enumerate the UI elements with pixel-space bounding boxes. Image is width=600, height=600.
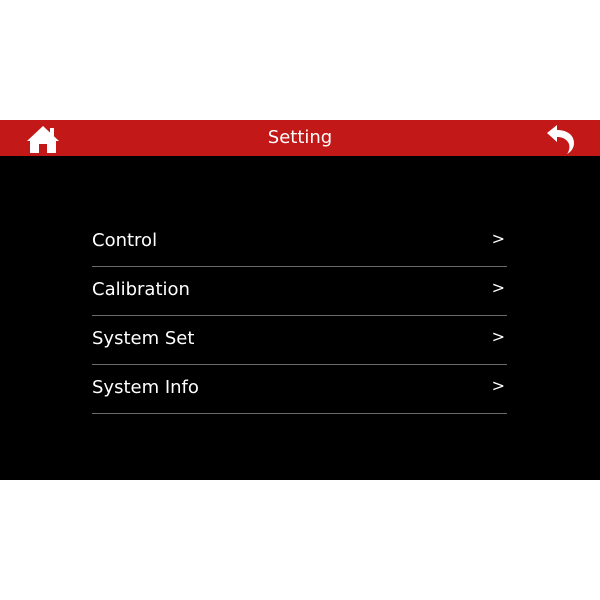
home-button[interactable] xyxy=(25,123,61,155)
back-arrow-icon xyxy=(547,125,574,154)
chevron-right-icon: > xyxy=(491,229,505,248)
settings-menu: Control > Calibration > System Set > Sys… xyxy=(92,218,507,414)
chevron-right-icon: > xyxy=(491,376,505,395)
chevron-right-icon: > xyxy=(491,278,505,297)
menu-item-label: Control xyxy=(92,230,158,251)
menu-item-system-set[interactable]: System Set > xyxy=(92,316,507,365)
chevron-right-icon: > xyxy=(491,327,505,346)
menu-item-label: System Set xyxy=(92,328,195,349)
header-bar: Setting xyxy=(0,120,600,156)
page-title: Setting xyxy=(267,127,333,148)
home-icon xyxy=(27,126,59,153)
menu-item-label: System Info xyxy=(92,377,199,398)
device-screen: Setting Control > Calibration > System S… xyxy=(0,120,600,480)
back-button[interactable] xyxy=(543,123,579,155)
menu-item-control[interactable]: Control > xyxy=(92,218,507,267)
menu-item-label: Calibration xyxy=(92,279,190,300)
menu-item-system-info[interactable]: System Info > xyxy=(92,365,507,414)
menu-item-calibration[interactable]: Calibration > xyxy=(92,267,507,316)
